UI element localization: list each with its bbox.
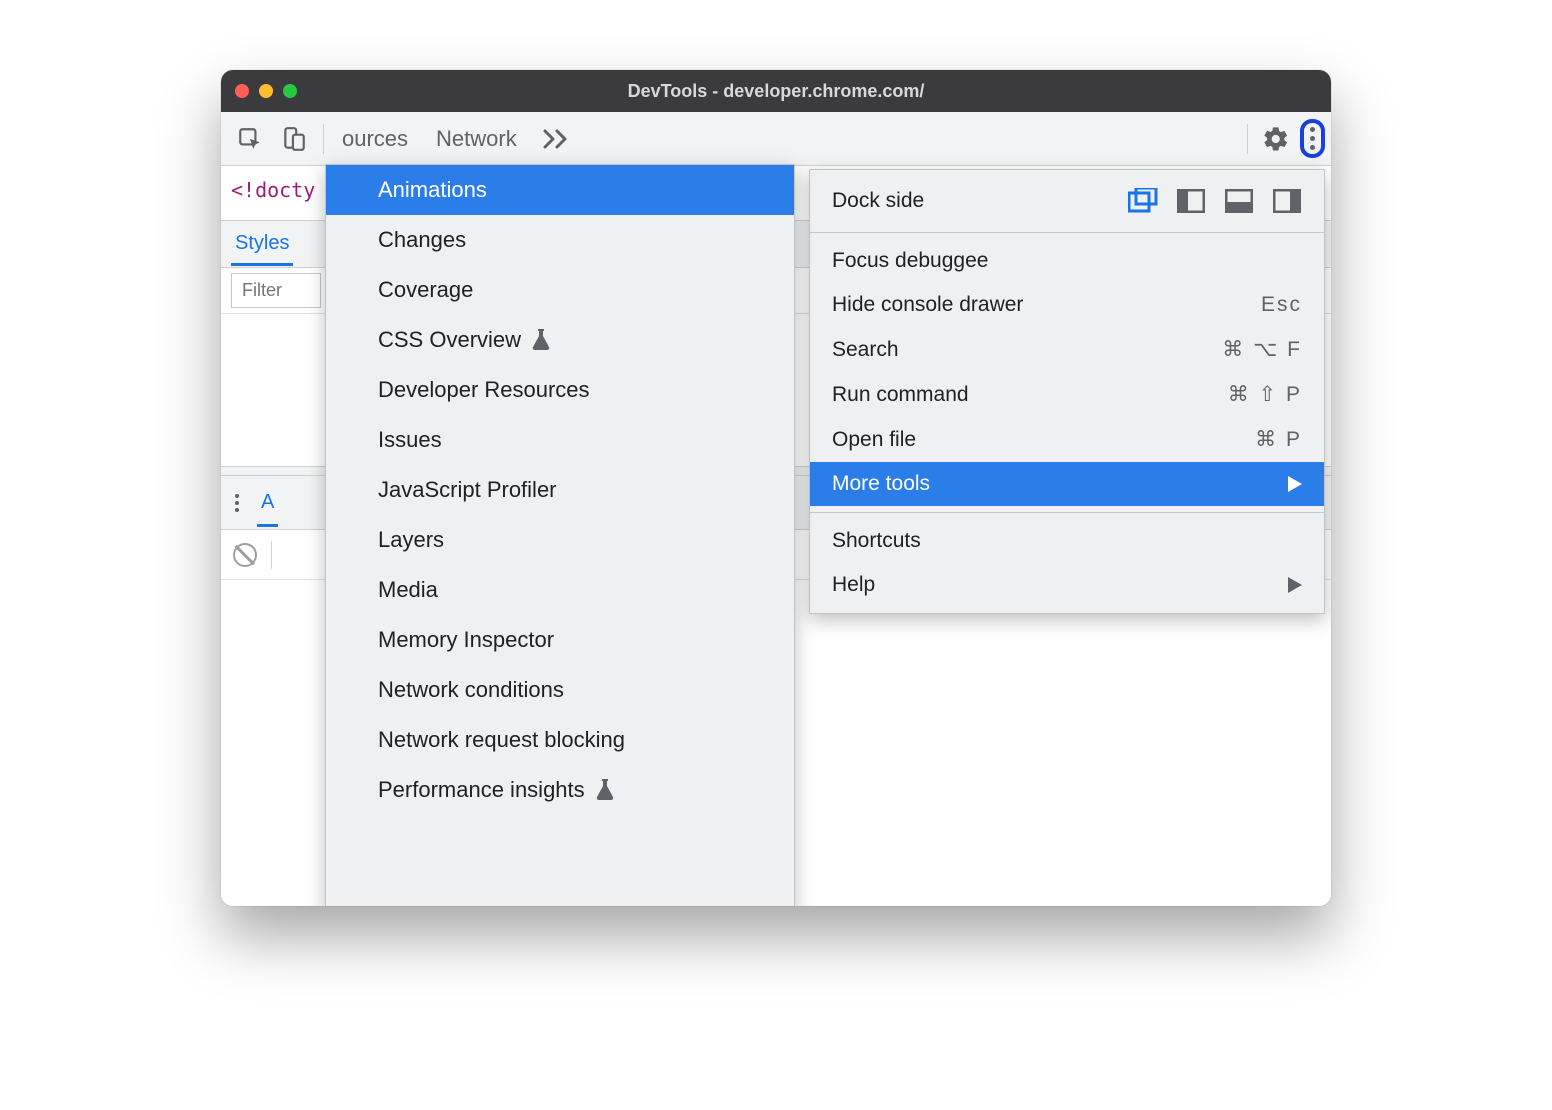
more-tools-item-label: JavaScript Profiler xyxy=(378,477,557,503)
more-tools-item-label: Issues xyxy=(378,427,442,453)
more-tools-item-label: Changes xyxy=(378,227,466,253)
menu-shortcut: ⌘ P xyxy=(1255,427,1302,452)
menu-run-command[interactable]: Run command ⌘ ⇧ P xyxy=(810,372,1324,417)
tab-styles[interactable]: Styles xyxy=(231,222,293,266)
dock-side-label: Dock side xyxy=(832,189,924,213)
more-tools-item[interactable]: Media xyxy=(326,565,794,615)
close-window-icon[interactable] xyxy=(235,84,249,98)
window-title: DevTools - developer.chrome.com/ xyxy=(221,81,1331,102)
menu-shortcut: ⌘ ⌥ F xyxy=(1222,337,1302,362)
dock-left-icon[interactable] xyxy=(1176,188,1206,214)
dock-side-row: Dock side xyxy=(810,176,1324,226)
more-tools-item-label: Network request blocking xyxy=(378,727,625,753)
html-doctype-text: <!docty xyxy=(231,178,315,202)
drawer-tab-active[interactable]: A xyxy=(257,479,278,527)
menu-shortcut: ⌘ ⇧ P xyxy=(1228,382,1302,407)
panel-tabs: ources Network xyxy=(342,126,517,152)
minimize-window-icon[interactable] xyxy=(259,84,273,98)
experimental-flask-icon xyxy=(595,779,615,801)
dock-bottom-icon[interactable] xyxy=(1224,188,1254,214)
drawer-more-icon[interactable] xyxy=(231,490,243,516)
menu-more-tools[interactable]: More tools xyxy=(810,462,1324,506)
clear-icon[interactable] xyxy=(233,543,257,567)
submenu-arrow-icon xyxy=(1288,476,1302,492)
menu-label: Search xyxy=(832,338,899,362)
menu-label: Run command xyxy=(832,383,969,407)
menu-shortcut: Esc xyxy=(1261,293,1302,317)
menu-label: Open file xyxy=(832,428,916,452)
experimental-flask-icon xyxy=(531,329,551,351)
tabs-overflow-icon[interactable] xyxy=(533,123,581,155)
more-tools-item-label: Layers xyxy=(378,527,444,553)
more-tools-submenu: Animations Changes Coverage CSS Overview Dev… xyxy=(325,164,795,906)
more-tools-item-label: Developer Resources xyxy=(378,377,590,403)
more-tools-item-label: Network conditions xyxy=(378,677,564,703)
device-toolbar-icon[interactable] xyxy=(275,120,313,158)
menu-focus-debuggee[interactable]: Focus debuggee xyxy=(810,239,1324,283)
settings-gear-icon[interactable] xyxy=(1258,121,1294,157)
more-tools-item[interactable]: Network conditions xyxy=(326,665,794,715)
menu-shortcuts[interactable]: Shortcuts xyxy=(810,519,1324,563)
menu-search[interactable]: Search ⌘ ⌥ F xyxy=(810,327,1324,372)
styles-filter-input[interactable] xyxy=(231,273,321,308)
more-options-button[interactable] xyxy=(1300,119,1325,158)
menu-label: Hide console drawer xyxy=(832,293,1023,317)
menu-help[interactable]: Help xyxy=(810,563,1324,607)
menu-hide-console-drawer[interactable]: Hide console drawer Esc xyxy=(810,283,1324,327)
more-tools-item[interactable]: Layers xyxy=(326,515,794,565)
more-tools-item[interactable]: Issues xyxy=(326,415,794,465)
more-tools-item[interactable]: Performance insights xyxy=(326,765,794,815)
traffic-lights xyxy=(235,84,297,98)
menu-label: Focus debuggee xyxy=(832,249,988,273)
more-tools-item[interactable]: Animations xyxy=(326,165,794,215)
more-tools-item-label: Performance insights xyxy=(378,777,585,803)
menu-open-file[interactable]: Open file ⌘ P xyxy=(810,417,1324,462)
titlebar: DevTools - developer.chrome.com/ xyxy=(221,70,1331,112)
dock-undock-icon[interactable] xyxy=(1128,188,1158,214)
more-tools-item-label: Memory Inspector xyxy=(378,627,554,653)
inspect-element-icon[interactable] xyxy=(231,120,269,158)
more-tools-item[interactable]: Coverage xyxy=(326,265,794,315)
more-tools-item-label: Coverage xyxy=(378,277,473,303)
toolbar-separator xyxy=(1247,124,1248,154)
tab-network[interactable]: Network xyxy=(436,126,517,152)
devtools-window: DevTools - developer.chrome.com/ ources … xyxy=(221,70,1331,906)
more-tools-item[interactable]: JavaScript Profiler xyxy=(326,465,794,515)
submenu-arrow-icon xyxy=(1288,577,1302,593)
menu-label: Help xyxy=(832,573,875,597)
more-tools-item-label: Media xyxy=(378,577,438,603)
kebab-icon xyxy=(1310,127,1315,150)
more-tools-item[interactable]: CSS Overview xyxy=(326,315,794,365)
menu-label: More tools xyxy=(832,472,930,496)
maximize-window-icon[interactable] xyxy=(283,84,297,98)
separator xyxy=(271,541,272,569)
tab-sources[interactable]: ources xyxy=(342,126,408,152)
more-tools-item[interactable]: Developer Resources xyxy=(326,365,794,415)
menu-label: Shortcuts xyxy=(832,529,921,553)
more-tools-item[interactable]: Changes xyxy=(326,215,794,265)
more-tools-item-label: Animations xyxy=(378,177,487,203)
more-tools-item[interactable]: Memory Inspector xyxy=(326,615,794,665)
more-tools-item-label: CSS Overview xyxy=(378,327,521,353)
main-options-menu: Dock side xyxy=(809,169,1325,614)
dock-right-icon[interactable] xyxy=(1272,188,1302,214)
panel-content: <!docty Styles A Animations Changes Covera… xyxy=(221,166,1331,906)
main-toolbar: ources Network xyxy=(221,112,1331,166)
more-tools-item[interactable]: Network request blocking xyxy=(326,715,794,765)
toolbar-separator xyxy=(323,124,324,154)
